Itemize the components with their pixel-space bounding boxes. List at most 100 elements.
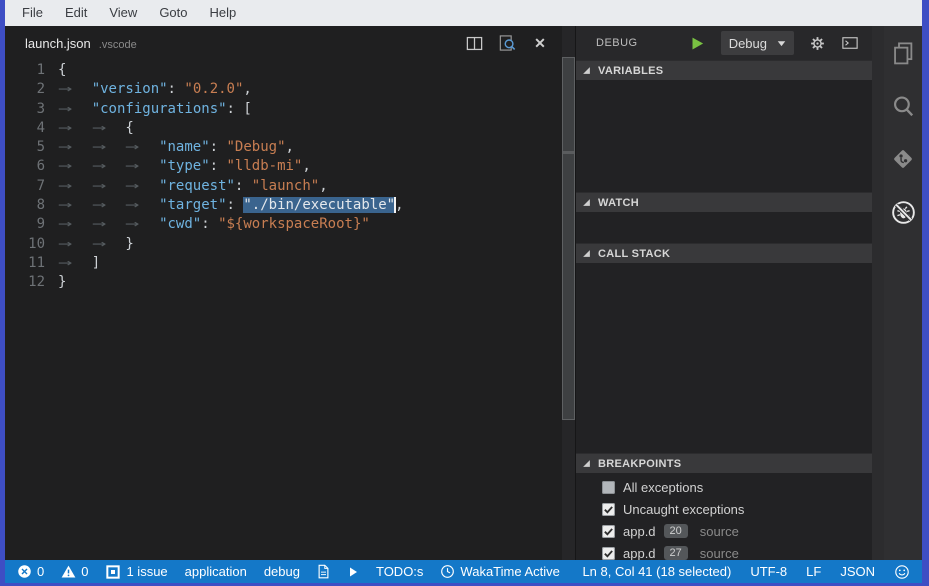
code-line-11[interactable]: 11→] xyxy=(5,254,562,273)
editor-group: launch.json .vscode ✕ 1{2→"version": "0.… xyxy=(5,26,562,560)
checkbox-checked-icon[interactable] xyxy=(602,547,615,560)
status-bar-left: 0 0 1 issue application debug TODO:s WakaTime … xyxy=(17,564,560,580)
status-item-1-issue[interactable]: 1 issue xyxy=(105,564,167,580)
menu-item-help[interactable]: Help xyxy=(199,0,248,26)
code-editor[interactable]: 1{2→"version": "0.2.0",3→"configurations… xyxy=(5,60,562,293)
editor-scrollbar-thumb[interactable] xyxy=(562,57,575,420)
breakpoint-row[interactable]: app.d27source xyxy=(576,542,872,560)
menu-item-view[interactable]: View xyxy=(98,0,148,26)
status-item-ln-8-col-41-18-selected[interactable]: Ln 8, Col 41 (18 selected) xyxy=(582,564,731,579)
line-content: →"version": "0.2.0", xyxy=(58,80,252,99)
status-item-feedback-smiley-icon[interactable] xyxy=(894,564,910,580)
panel-scrollbar[interactable] xyxy=(872,26,884,560)
status-item-utf-8[interactable]: UTF-8 xyxy=(750,564,787,579)
tab-whitespace-marker: → xyxy=(58,138,92,157)
source-control-icon[interactable] xyxy=(889,145,917,173)
line-number: 8 xyxy=(5,196,58,215)
breakpoint-row[interactable]: Uncaught exceptions xyxy=(576,498,872,520)
code-line-2[interactable]: 2→"version": "0.2.0", xyxy=(5,80,562,99)
breakpoint-row[interactable]: All exceptions xyxy=(576,476,872,498)
line-content: →→→"cwd": "${workspaceRoot}" xyxy=(58,215,370,234)
debug-console-icon[interactable] xyxy=(841,35,859,51)
tab-whitespace-marker: → xyxy=(92,235,126,254)
code-line-8[interactable]: 8→→→"target": "./bin/executable", xyxy=(5,196,562,215)
code-line-10[interactable]: 10→→} xyxy=(5,235,562,254)
tab-whitespace-marker: → xyxy=(92,138,126,157)
tab-whitespace-marker: → xyxy=(125,157,159,176)
section-content-breakpoints: All exceptionsUncaught exceptionsapp.d20… xyxy=(576,473,872,560)
code-token: : xyxy=(235,178,252,194)
section-header-variables[interactable]: VARIABLES xyxy=(576,60,872,80)
debug-config-label: Debug xyxy=(729,36,767,51)
code-line-1[interactable]: 1{ xyxy=(5,61,562,80)
code-token: : xyxy=(210,158,227,174)
section-header-call-stack[interactable]: CALL STACK xyxy=(576,243,872,263)
status-item-application[interactable]: application xyxy=(185,564,247,579)
menu-item-file[interactable]: File xyxy=(11,0,54,26)
collapse-arrow-icon xyxy=(582,459,591,468)
tab-whitespace-marker: → xyxy=(58,235,92,254)
menu-item-edit[interactable]: Edit xyxy=(54,0,98,26)
debug-icon[interactable] xyxy=(889,198,917,226)
code-line-7[interactable]: 7→→→"request": "launch", xyxy=(5,177,562,196)
status-item-0[interactable]: 0 xyxy=(61,564,88,579)
configure-icon[interactable] xyxy=(809,35,826,52)
code-token: : [ xyxy=(227,101,252,117)
line-content: →→→"type": "lldb-mi", xyxy=(58,157,311,176)
code-token: : xyxy=(227,197,244,213)
status-item-0[interactable]: 0 xyxy=(17,564,44,579)
code-line-12[interactable]: 12} xyxy=(5,273,562,292)
checkbox-unchecked-icon[interactable] xyxy=(602,481,615,494)
feedback-smiley-icon xyxy=(894,564,910,580)
section-label: BREAKPOINTS xyxy=(598,458,681,470)
clock-icon xyxy=(440,564,455,579)
tab-whitespace-marker: → xyxy=(58,215,92,234)
code-line-9[interactable]: 9→→→"cwd": "${workspaceRoot}" xyxy=(5,215,562,234)
checkbox-checked-icon[interactable] xyxy=(602,525,615,538)
tab-whitespace-marker: → xyxy=(92,196,126,215)
status-item-lf[interactable]: LF xyxy=(806,564,821,579)
code-token: "target" xyxy=(159,197,226,213)
section-header-watch[interactable]: WATCH xyxy=(576,192,872,212)
code-token: { xyxy=(125,120,133,136)
status-item-json[interactable]: JSON xyxy=(840,564,875,579)
status-item-document-icon[interactable] xyxy=(317,564,330,579)
breakpoint-label: app.d xyxy=(623,524,656,539)
tab-whitespace-marker: → xyxy=(92,177,126,196)
start-debug-icon[interactable] xyxy=(690,36,705,51)
checkbox-checked-icon[interactable] xyxy=(602,503,615,516)
tab-launch-json[interactable]: launch.json .vscode xyxy=(25,36,137,51)
line-content: { xyxy=(58,61,66,80)
split-editor-icon[interactable] xyxy=(462,31,486,55)
code-line-4[interactable]: 4→→{ xyxy=(5,119,562,138)
status-item-todo-s[interactable]: TODO:s xyxy=(376,564,423,579)
status-item-wakatime-active[interactable]: WakaTime Active xyxy=(440,564,559,579)
tab-whitespace-marker: → xyxy=(58,196,92,215)
debug-config-dropdown[interactable]: Debug xyxy=(721,31,794,55)
status-item-debug[interactable]: debug xyxy=(264,564,300,579)
files-icon[interactable] xyxy=(889,39,917,67)
code-token: } xyxy=(58,274,66,290)
code-line-6[interactable]: 6→→→"type": "lldb-mi", xyxy=(5,157,562,176)
breakpoint-detail: source xyxy=(700,524,739,539)
open-preview-icon[interactable] xyxy=(495,31,519,55)
editor-scrollbar[interactable] xyxy=(562,26,575,560)
code-line-5[interactable]: 5→→→"name": "Debug", xyxy=(5,138,562,157)
tab-whitespace-marker: → xyxy=(58,157,92,176)
chevron-down-icon xyxy=(777,40,786,47)
status-item-label: debug xyxy=(264,564,300,579)
search-icon[interactable] xyxy=(889,92,917,120)
section-header-breakpoints[interactable]: BREAKPOINTS xyxy=(576,453,872,473)
code-token: { xyxy=(58,62,66,78)
section-label: WATCH xyxy=(598,197,639,209)
code-token: : xyxy=(201,216,218,232)
close-editor-icon[interactable]: ✕ xyxy=(528,31,552,55)
status-item-run-icon[interactable] xyxy=(347,566,359,578)
line-number: 11 xyxy=(5,254,58,273)
tab-whitespace-marker: → xyxy=(125,215,159,234)
status-item-label: 1 issue xyxy=(126,564,167,579)
breakpoint-row[interactable]: app.d20source xyxy=(576,520,872,542)
code-line-3[interactable]: 3→"configurations": [ xyxy=(5,100,562,119)
warning-icon xyxy=(61,564,76,579)
menu-item-goto[interactable]: Goto xyxy=(148,0,198,26)
